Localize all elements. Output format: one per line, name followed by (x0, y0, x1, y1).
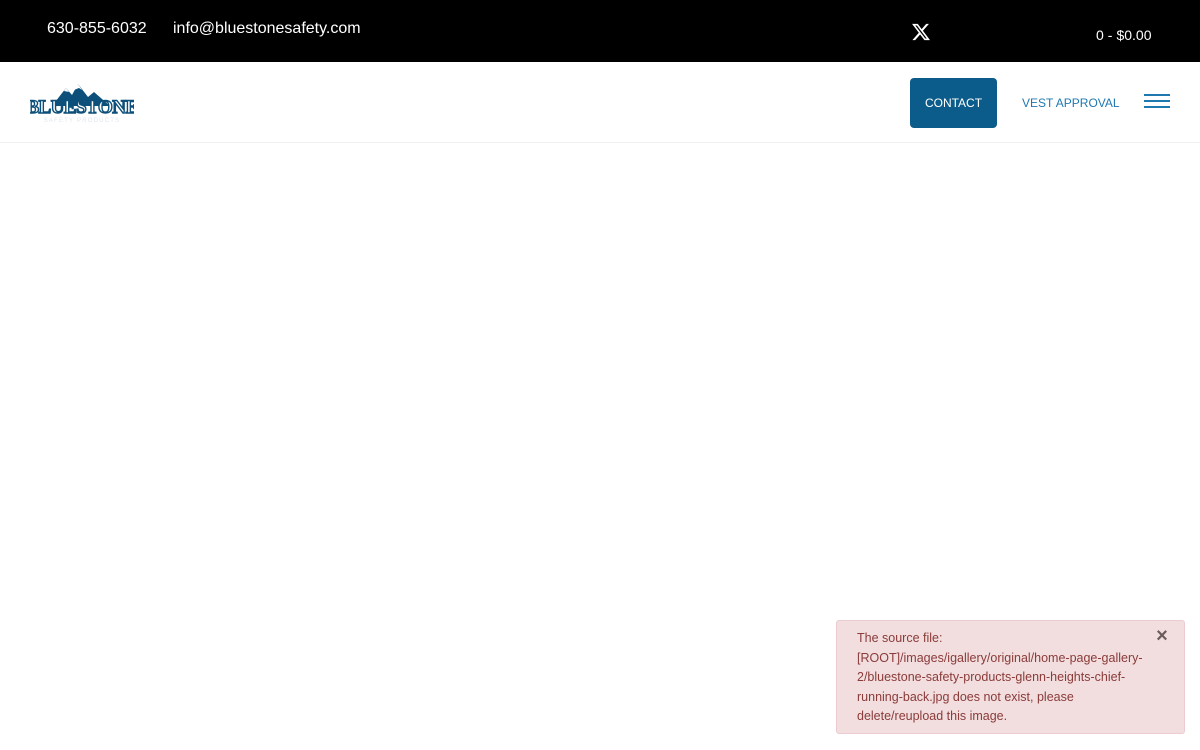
cart-summary[interactable]: 0- $0.00 (1096, 27, 1152, 43)
error-alert: The source file: [ROOT]/images/igallery/… (836, 620, 1185, 734)
x-twitter-icon (912, 23, 931, 41)
logo-text: BLUESTONE (30, 97, 134, 118)
cart-total: $0.00 (1116, 27, 1152, 43)
site-header: BLUESTONE SAFETY PRODUCTS CONTACT VEST A… (0, 62, 1200, 143)
email-link[interactable]: info@bluestonesafety.com (173, 20, 361, 38)
logo-subtext: SAFETY PRODUCTS (44, 118, 121, 124)
bluestone-logo: BLUESTONE SAFETY PRODUCTS (30, 84, 134, 124)
cart-count: 0 (1096, 27, 1104, 43)
cart-separator: - (1107, 27, 1113, 43)
phone-link[interactable]: 630-855-6032 (47, 20, 147, 38)
top-bar: 630-855-6032 info@bluestonesafety.com 0-… (0, 0, 1200, 62)
vest-approval-link[interactable]: VEST APPROVAL (1022, 96, 1120, 110)
close-icon[interactable]: × (1154, 626, 1170, 646)
contact-button[interactable]: CONTACT (910, 78, 997, 128)
alert-message: The source file: [ROOT]/images/igallery/… (857, 631, 1143, 723)
hamburger-icon[interactable] (1144, 92, 1171, 112)
